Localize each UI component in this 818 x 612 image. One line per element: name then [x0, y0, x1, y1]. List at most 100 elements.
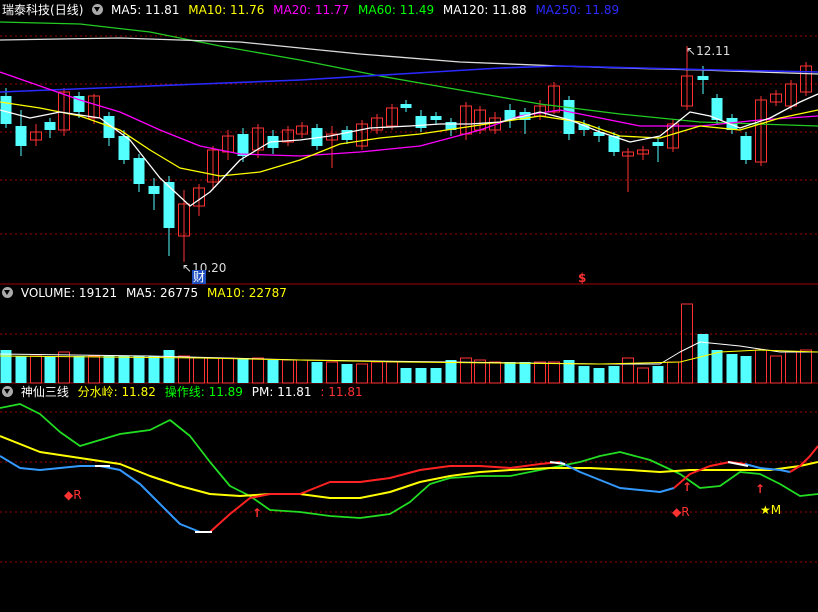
- candle-down: [697, 76, 709, 80]
- signal-r-2: ◆R: [672, 505, 690, 519]
- volume-bar-down: [430, 368, 442, 383]
- volume-bar-up: [193, 357, 205, 384]
- volume-panel-header: VOLUME: 19121 MA5: 26775 MA10: 22787: [2, 285, 292, 301]
- volume-bar-up: [386, 361, 398, 384]
- candle-down: [652, 142, 664, 146]
- volume-bar-up: [296, 359, 308, 384]
- stock-name: 瑞泰科技: [2, 3, 51, 17]
- candle-down: [415, 116, 427, 128]
- candle-down: [44, 122, 56, 130]
- buy-arrow-icon: ↑: [755, 482, 766, 496]
- volume-bar-down: [0, 350, 12, 383]
- volume-bar-down: [740, 356, 752, 383]
- ma250-line: [0, 65, 818, 93]
- ma20-label: MA20: 11.77: [273, 3, 350, 17]
- volume-bar-up: [785, 351, 797, 384]
- volume-bar-down: [311, 362, 323, 383]
- volume-bar-up: [282, 359, 294, 384]
- volume-bar-down: [44, 356, 56, 383]
- volume-bar-down: [726, 354, 738, 383]
- main-panel-header: 瑞泰科技(日线) MA5: 11.81 MA10: 11.76 MA20: 11…: [2, 2, 624, 18]
- volume-bar-down: [578, 366, 590, 383]
- volume-panel-menu-icon[interactable]: [2, 287, 13, 298]
- candle-down: [118, 136, 130, 160]
- ma120-label: MA120: 11.88: [442, 3, 527, 17]
- volume-bar-up: [371, 361, 383, 384]
- volume-bar-down: [593, 368, 605, 383]
- ma5-label: MA5: 11.81: [111, 3, 180, 17]
- pm-line-up: [209, 461, 561, 533]
- stock-chart-canvas[interactable]: [0, 0, 818, 612]
- indicator-name: 神仙三线: [20, 385, 69, 399]
- fsl-label: 分水岭: 11.82: [77, 385, 156, 399]
- volume-bar-down: [73, 356, 85, 383]
- volume-bar-down: [341, 364, 353, 383]
- volume-bar-down: [163, 350, 175, 383]
- pm-line-down: [0, 455, 210, 533]
- dividend-marker[interactable]: $: [578, 271, 586, 285]
- signal-r-1: ◆R: [64, 488, 82, 502]
- candle-down: [237, 134, 249, 156]
- volume-bar-up: [770, 355, 782, 384]
- buy-arrow-icon: ↑: [682, 480, 693, 494]
- candle-down: [163, 182, 175, 228]
- volume-bar-up: [667, 361, 679, 384]
- candle-down: [740, 136, 752, 160]
- czx-line: [0, 403, 818, 519]
- indicator-panel-header: 神仙三线 分水岭: 11.82 操作线: 11.89 PM: 11.81 : 1…: [2, 384, 368, 400]
- volume-ma10: MA10: 22787: [207, 286, 287, 300]
- volume-bar-up: [548, 361, 560, 384]
- ma10-label: MA10: 11.76: [188, 3, 265, 17]
- main-panel-menu-icon[interactable]: [92, 4, 104, 15]
- pm-label: PM: 11.81: [251, 385, 312, 399]
- signal-m: ★M: [760, 503, 782, 517]
- volume-bar-up: [356, 363, 368, 384]
- volume-bar-down: [711, 350, 723, 383]
- volume-bar-up: [30, 355, 42, 384]
- volume-bar-down: [15, 356, 27, 383]
- volume-bar-down: [237, 358, 249, 383]
- candle-down: [430, 116, 442, 120]
- financial-report-marker[interactable]: 财: [192, 270, 207, 284]
- fsl-line: [0, 435, 818, 499]
- pm-line-down: [559, 461, 675, 493]
- volume-bar-down: [103, 356, 115, 383]
- czx-label: 操作线: 11.89: [164, 385, 243, 399]
- volume-bar-down: [608, 366, 620, 383]
- volume-bar-down: [400, 368, 412, 383]
- candle-down: [563, 100, 575, 134]
- volume-bar-up: [637, 367, 649, 384]
- high-price-annotation: ↖12.11: [686, 44, 731, 58]
- volume-bar-up: [681, 303, 693, 384]
- volume-bar-down: [445, 360, 457, 383]
- volume-bar-down: [118, 356, 130, 383]
- volume-bar-up: [178, 355, 190, 384]
- pm-extra-label: : 11.81: [320, 385, 363, 399]
- ma250-label: MA250: 11.89: [535, 3, 620, 17]
- high-price-label: 12.11: [696, 44, 731, 58]
- volume-bar-up: [534, 361, 546, 384]
- candle-down: [148, 186, 160, 194]
- volume-bar-down: [652, 366, 664, 383]
- ma60-label: MA60: 11.49: [358, 3, 435, 17]
- volume-bar-down: [133, 356, 145, 383]
- red-diamond-icon: ◆: [672, 505, 682, 519]
- volume-bar-down: [504, 362, 516, 383]
- buy-arrow-icon: ↑: [252, 506, 263, 520]
- pm-line-up: [789, 445, 818, 473]
- red-diamond-icon: ◆: [64, 488, 74, 502]
- volume-bar-up: [222, 357, 234, 384]
- volume-bar-up: [622, 357, 634, 384]
- volume-value: VOLUME: 19121: [20, 286, 118, 300]
- period-label: (日线): [50, 3, 84, 17]
- volume-bar-up: [755, 349, 767, 384]
- volume-bar-up: [252, 357, 264, 384]
- candle-down: [400, 104, 412, 108]
- volume-bar-up: [88, 355, 100, 384]
- volume-bar-up: [474, 359, 486, 384]
- volume-bar-down: [697, 334, 709, 383]
- volume-bar-down: [519, 362, 531, 383]
- indicator-panel-menu-icon[interactable]: [2, 386, 13, 397]
- volume-bar-down: [148, 356, 160, 383]
- candle-down: [133, 158, 145, 184]
